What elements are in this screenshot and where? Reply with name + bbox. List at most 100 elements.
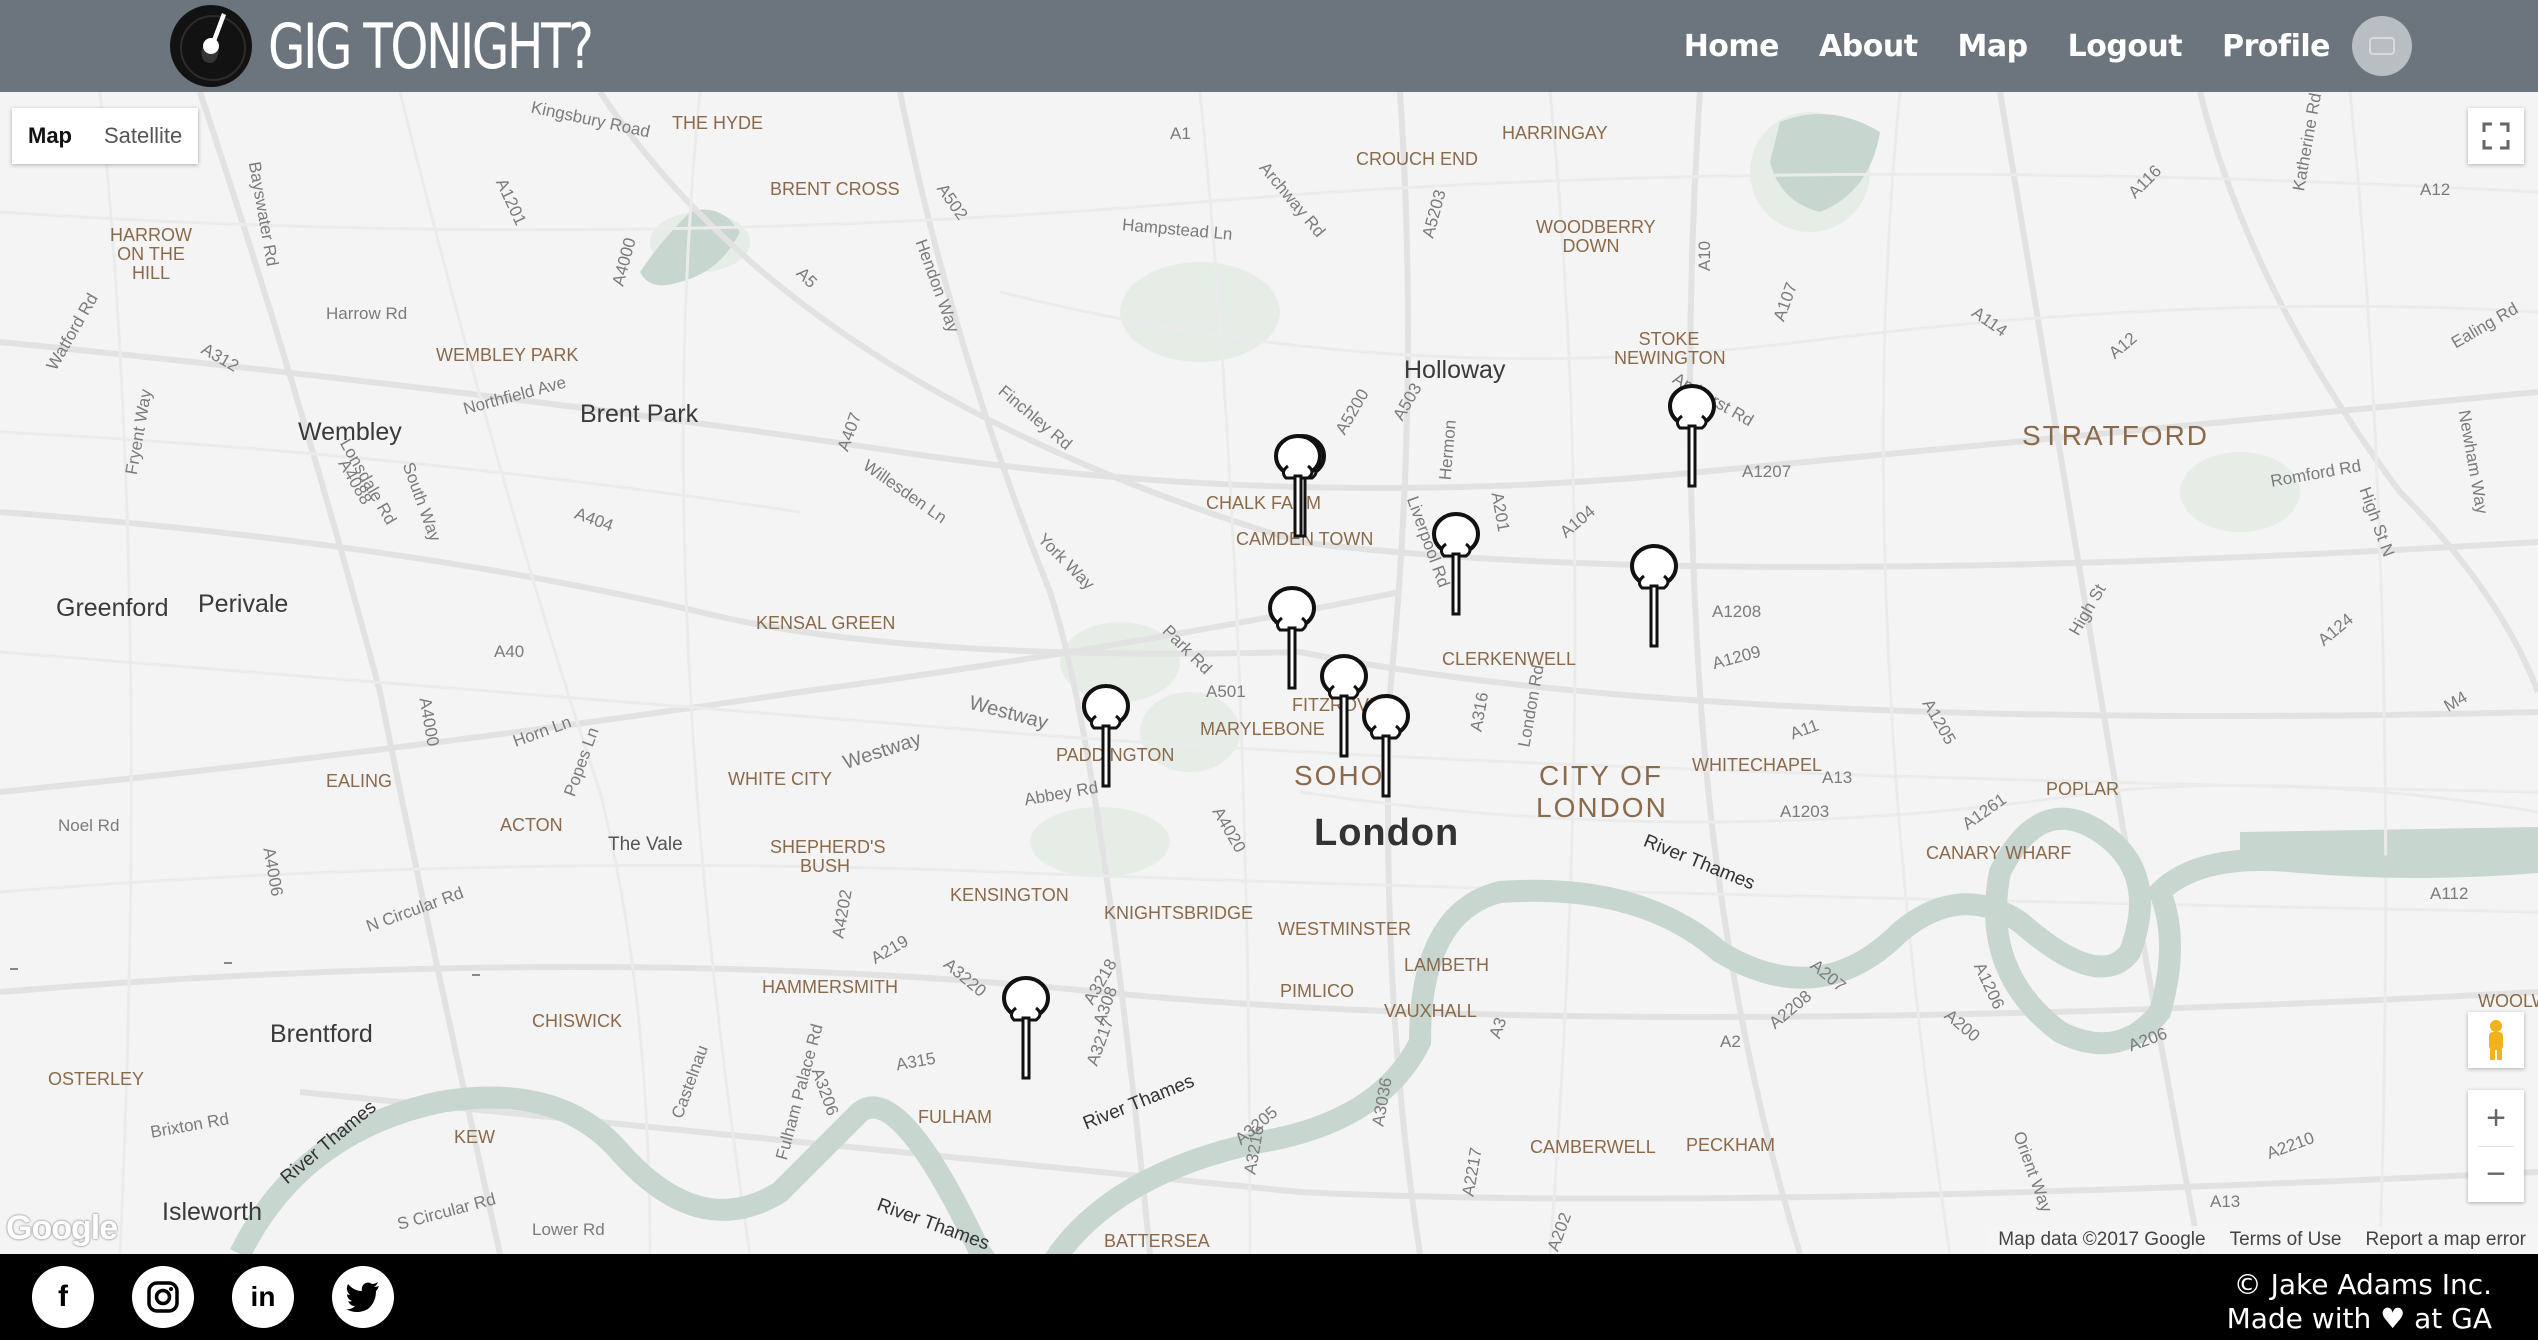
label-the-hyde: THE HYDE <box>672 113 764 133</box>
road-label: A13 <box>2210 1192 2241 1211</box>
image-placeholder-icon <box>2369 37 2395 55</box>
map-type-satellite-button[interactable]: Satellite <box>88 108 198 164</box>
google-logo[interactable]: Google <box>6 1209 118 1248</box>
label-fulham: FULHAM <box>918 1107 993 1127</box>
label-greenford: Greenford <box>56 594 169 622</box>
label-the-vale: The Vale <box>608 834 683 855</box>
road-label: A112 <box>2430 884 2469 903</box>
footer-credits: © Jake Adams Inc. Made with ♥ at GA <box>2227 1268 2492 1336</box>
label-holloway: Holloway <box>1404 356 1506 384</box>
road-label: Harrow Rd <box>326 304 408 323</box>
road-label: A1208 <box>1712 602 1762 621</box>
road-label: A40 <box>494 642 525 661</box>
motorway-shield <box>224 962 232 964</box>
nav-map[interactable]: Map <box>1958 29 2029 64</box>
road-label: A501 <box>1206 682 1246 701</box>
gig-guitar-pin[interactable] <box>1356 692 1416 802</box>
road-label: A1207 <box>1742 462 1792 481</box>
label-osterley: OSTERLEY <box>48 1069 145 1089</box>
road-label: Noel Rd <box>58 816 120 835</box>
record-guitar-icon <box>170 5 252 87</box>
footer: f in © Jake Adams Inc. Made with ♥ at GA <box>0 1254 2538 1340</box>
label-city-of-london: CITY OF LONDON <box>1536 760 1668 823</box>
label-brent-park: Brent Park <box>580 400 699 428</box>
label-stratford: STRATFORD <box>2022 420 2210 451</box>
label-woolwich: WOOLW <box>2478 991 2538 1011</box>
label-shepherds-bush: SHEPHERD'S BUSH <box>770 837 886 876</box>
street-view-button[interactable] <box>2468 1012 2524 1068</box>
zoom-control: + − <box>2468 1090 2524 1202</box>
label-brent-cross: BRENT CROSS <box>770 179 900 199</box>
label-kensal-green: KENSAL GREEN <box>756 613 896 633</box>
label-marylebone: MARYLEBONE <box>1200 719 1325 739</box>
gig-map[interactable]: London SOHO CITY OF LONDON STRATFORD Hol… <box>0 92 2538 1254</box>
nav-home[interactable]: Home <box>1684 29 1780 64</box>
nav-profile[interactable]: Profile <box>2222 29 2330 64</box>
top-navbar: GIG TONIGHT? Home About Map Logout Profi… <box>0 0 2538 92</box>
zoom-in-button[interactable]: + <box>2468 1090 2524 1146</box>
label-isleworth: Isleworth <box>162 1198 263 1226</box>
map-type-map-button[interactable]: Map <box>12 108 88 164</box>
label-ealing: EALING <box>326 771 393 791</box>
avatar[interactable] <box>2352 16 2412 76</box>
motorway-shield <box>472 974 480 976</box>
label-vauxhall: VAUXHALL <box>1384 1001 1477 1021</box>
gig-guitar-pin[interactable] <box>1076 682 1136 792</box>
gig-guitar-pin[interactable] <box>1268 432 1328 542</box>
label-woodberry-down: WOODBERRY DOWN <box>1536 217 1656 256</box>
map-data-credit: Map data ©2017 Google <box>1998 1229 2206 1250</box>
label-clerkenwell: CLERKENWELL <box>1442 649 1577 669</box>
label-westminster: WESTMINSTER <box>1278 919 1411 939</box>
report-error-link[interactable]: Report a map error <box>2365 1229 2526 1251</box>
motorway-shield <box>10 968 18 970</box>
linkedin-icon[interactable]: in <box>232 1266 294 1328</box>
made-with-text: Made with ♥ at GA <box>2226 1302 2492 1335</box>
label-whitechapel: WHITECHAPEL <box>1692 755 1823 775</box>
label-kew: KEW <box>454 1127 496 1147</box>
label-peckham: PECKHAM <box>1686 1135 1776 1155</box>
copyright-text: © Jake Adams Inc. <box>2233 1268 2492 1301</box>
twitter-icon[interactable] <box>332 1266 394 1328</box>
label-chiswick: CHISWICK <box>532 1011 622 1031</box>
gig-guitar-pin[interactable] <box>1262 584 1322 694</box>
map-attribution: Map data ©2017 Google Terms of Use Repor… <box>1986 1226 2538 1254</box>
zoom-out-button[interactable]: − <box>2468 1146 2524 1202</box>
fullscreen-button[interactable] <box>2468 108 2524 164</box>
gig-guitar-pin[interactable] <box>1662 382 1722 492</box>
label-brentford: Brentford <box>270 1020 373 1048</box>
brand-logo[interactable]: GIG TONIGHT? <box>170 0 683 92</box>
label-crouch-end: CROUCH END <box>1356 149 1479 169</box>
road-label: A1 <box>1170 124 1191 143</box>
label-white-city: WHITE CITY <box>728 769 832 789</box>
main-nav: Home About Map Logout Profile <box>1644 0 2538 92</box>
instagram-icon[interactable] <box>132 1266 194 1328</box>
label-lambeth: LAMBETH <box>1404 955 1490 975</box>
label-pimlico: PIMLICO <box>1280 981 1355 1001</box>
label-harrow-on-the-hill: HARROW ON THE HILL <box>110 225 192 283</box>
road-label: Lower Rd <box>532 1220 605 1239</box>
label-hammersmith: HAMMERSMITH <box>762 977 898 997</box>
brand-name: GIG TONIGHT? <box>268 9 594 83</box>
map-type-control: Map Satellite <box>12 108 199 164</box>
pegman-icon <box>2489 1020 2503 1060</box>
road-label: A1203 <box>1780 802 1830 821</box>
road-label: A12 <box>2420 180 2451 199</box>
terms-of-use-link[interactable]: Terms of Use <box>2230 1229 2342 1251</box>
label-battersea: BATTERSEA <box>1104 1231 1210 1251</box>
fullscreen-icon <box>2482 122 2510 150</box>
nav-about[interactable]: About <box>1819 29 1918 64</box>
label-kensington: KENSINGTON <box>950 885 1069 905</box>
road-label: A10 <box>1695 240 1715 272</box>
social-links: f in <box>32 1266 432 1328</box>
gig-guitar-pin[interactable] <box>1426 510 1486 620</box>
gig-guitar-pin[interactable] <box>996 974 1056 1084</box>
gig-guitar-pin[interactable] <box>1624 542 1684 652</box>
label-perivale: Perivale <box>198 590 289 618</box>
label-camberwell: CAMBERWELL <box>1530 1137 1656 1157</box>
label-acton: ACTON <box>500 815 563 835</box>
road-label: A13 <box>1822 768 1853 787</box>
label-knightsbridge: KNIGHTSBRIDGE <box>1104 903 1254 923</box>
facebook-icon[interactable]: f <box>32 1266 94 1328</box>
nav-logout[interactable]: Logout <box>2068 29 2183 64</box>
label-wembley-park: WEMBLEY PARK <box>436 345 579 365</box>
